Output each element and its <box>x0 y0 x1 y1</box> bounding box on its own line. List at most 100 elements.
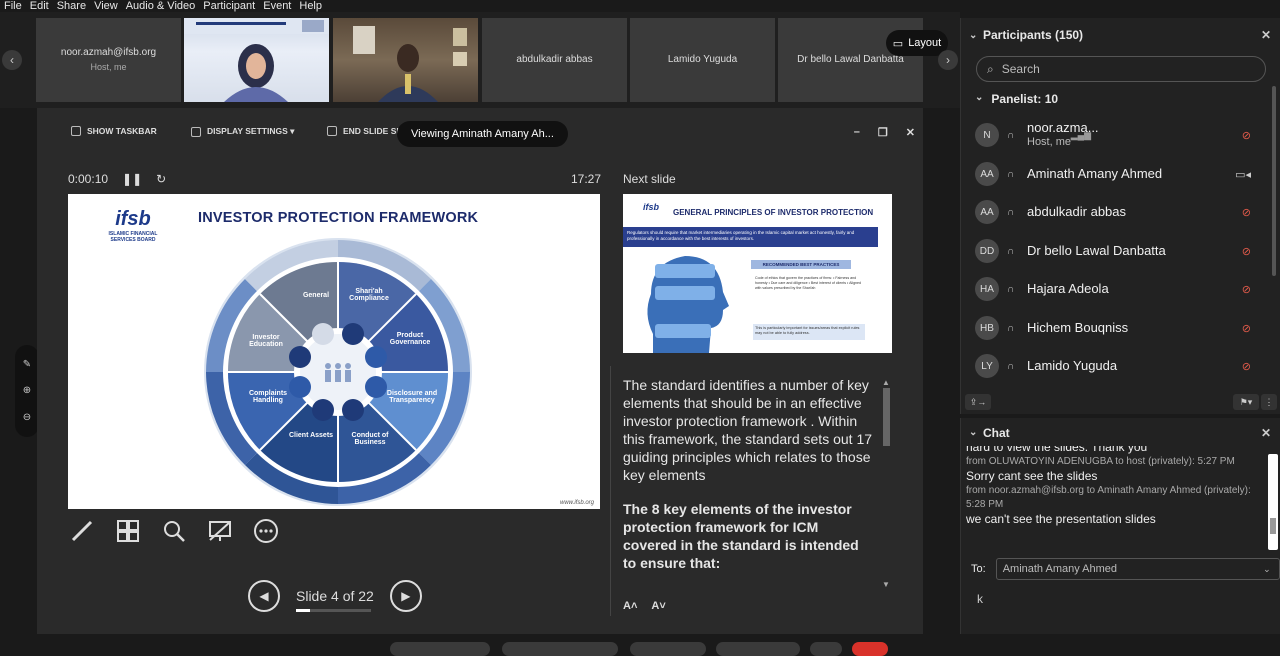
tile-name: abdulkadir abbas <box>516 54 593 65</box>
video-tile-participant[interactable]: abdulkadir abbas <box>482 18 627 102</box>
close-icon[interactable]: ✕ <box>1261 426 1271 440</box>
more-button[interactable] <box>810 642 842 656</box>
chat-message-input[interactable]: k <box>977 592 983 606</box>
video-button[interactable] <box>502 642 618 656</box>
close-icon[interactable]: ✕ <box>906 126 915 139</box>
participant-search-input[interactable]: ⌕ Search <box>976 56 1266 82</box>
scroll-up-icon[interactable]: ▲ <box>882 378 890 387</box>
share-button[interactable] <box>630 642 706 656</box>
menu-file[interactable]: File <box>0 0 26 12</box>
more-options-icon[interactable] <box>253 518 279 544</box>
video-filmstrip: ‹ noor.azmah@ifsb.org Host, me abdulkadi… <box>0 12 960 108</box>
zoom-out-icon[interactable]: ⊖ <box>23 412 31 423</box>
tile-name: Dr bello Lawal Danbatta <box>797 54 904 65</box>
share-participants-icon[interactable]: ⇪→ <box>965 394 991 410</box>
filmstrip-next-button[interactable]: › <box>938 50 958 70</box>
filmstrip-prev-button[interactable]: ‹ <box>2 50 22 70</box>
chat-header[interactable]: ⌄ Chat ✕ <box>961 424 1280 444</box>
notes-paragraph: The standard identifies a number of key … <box>623 377 873 483</box>
menu-participant[interactable]: Participant <box>199 0 259 12</box>
mic-muted-icon[interactable]: ⊘ <box>1242 283 1251 296</box>
participants-footer: ⇪→ ⚑▾ ⋮ <box>961 392 1280 412</box>
menu-audio-video[interactable]: Audio & Video <box>122 0 200 12</box>
chat-scroll-thumb[interactable] <box>1270 518 1276 534</box>
all-slides-icon[interactable] <box>115 518 141 544</box>
mic-muted-icon[interactable]: ⊘ <box>1242 360 1251 373</box>
next-slide-recommended: RECOMMENDED BEST PRACTICES <box>751 260 851 269</box>
end-slide-show-button[interactable]: END SLIDE SH <box>327 126 403 136</box>
more-options-icon[interactable]: ⋮ <box>1261 394 1277 410</box>
participant-row[interactable]: LY ∩ Lamido Yuguda ⊘ <box>975 349 1271 383</box>
video-tile-speaker-1[interactable] <box>184 18 329 102</box>
video-tile-participant[interactable]: Lamido Yuguda <box>630 18 775 102</box>
mic-muted-icon[interactable]: ⊘ <box>1242 129 1251 142</box>
speaker-notes[interactable]: The standard identifies a number of key … <box>623 376 873 606</box>
menu-view[interactable]: View <box>90 0 122 12</box>
avatar: N <box>975 123 999 147</box>
menu-bar: File Edit Share View Audio & Video Parti… <box>0 0 960 12</box>
menu-share[interactable]: Share <box>53 0 90 12</box>
panelist-section-header[interactable]: ⌄ Panelist: 10 <box>975 92 1058 106</box>
annotate-icon[interactable]: ✎ <box>23 359 31 370</box>
raise-hand-icon[interactable]: ⚑▾ <box>1233 394 1259 410</box>
show-taskbar-button[interactable]: SHOW TASKBAR <box>71 126 157 136</box>
restore-icon[interactable]: ❐ <box>878 126 888 139</box>
menu-edit[interactable]: Edit <box>26 0 53 12</box>
chat-scrollbar[interactable] <box>1268 454 1278 550</box>
scroll-thumb[interactable] <box>883 388 890 446</box>
collapse-chevron-icon[interactable]: ⌄ <box>969 30 977 41</box>
meeting-controls-bar <box>0 634 960 656</box>
viewing-indicator: Viewing Aminath Amany Ah... <box>397 121 568 147</box>
minimize-icon[interactable]: – <box>854 126 860 139</box>
layout-button[interactable]: ▭ Layout <box>886 30 948 56</box>
participant-row[interactable]: AA ∩ Aminath Amany Ahmed ▭◂ <box>975 157 1271 191</box>
zoom-icon[interactable] <box>161 518 187 544</box>
notes-scrollbar[interactable]: ▲ ▼ <box>882 378 891 590</box>
pause-icon[interactable]: ❚❚ <box>122 172 142 186</box>
mic-muted-icon[interactable]: ⊘ <box>1242 322 1251 335</box>
mic-muted-icon[interactable]: ⊘ <box>1242 206 1251 219</box>
next-slide-button[interactable]: ▶ <box>389 580 422 612</box>
mute-button[interactable] <box>390 642 490 656</box>
notes-font-controls: A˄ A˅ <box>623 600 666 612</box>
taskbar-icon <box>71 126 81 136</box>
mic-muted-icon[interactable]: ⊘ <box>1242 245 1251 258</box>
segment-disclosure: Disclosure and Transparency <box>386 390 438 404</box>
close-icon[interactable]: ✕ <box>1261 28 1271 42</box>
video-camera-icon[interactable]: ▭◂ <box>1235 168 1251 181</box>
participants-scrollbar[interactable] <box>1272 86 1276 276</box>
increase-font-icon[interactable]: A˄ <box>623 600 637 612</box>
next-slide-note: This is particularly important for issue… <box>753 324 865 340</box>
video-tile-host[interactable]: noor.azmah@ifsb.org Host, me <box>36 18 181 102</box>
scroll-down-icon[interactable]: ▼ <box>882 580 890 589</box>
participant-row[interactable]: HB ∩ Hichem Bouqniss ⊘ <box>975 311 1271 345</box>
segment-investor-education: Investor Education <box>249 334 283 348</box>
display-settings-button[interactable]: DISPLAY SETTINGS ▾ <box>191 126 294 137</box>
next-slide-preview[interactable]: ifsb GENERAL PRINCIPLES OF INVESTOR PROT… <box>623 194 892 353</box>
zoom-in-icon[interactable]: ⊕ <box>23 385 31 396</box>
collapse-chevron-icon[interactable]: ⌄ <box>969 427 977 438</box>
chat-log[interactable]: hard to view the slides. Thank you from … <box>966 446 1268 546</box>
menu-help[interactable]: Help <box>295 0 326 12</box>
leave-button[interactable] <box>852 642 888 656</box>
participant-row[interactable]: DD ∩ Dr bello Lawal Danbatta ⊘ <box>975 234 1271 268</box>
record-button[interactable] <box>716 642 800 656</box>
decrease-font-icon[interactable]: A˅ <box>651 600 665 612</box>
participant-row[interactable]: N ∩ noor.azma... Host, me ▂▄▆ ⊘ <box>975 118 1271 152</box>
framework-wheel <box>204 238 472 506</box>
segment-complaints: Complaints Handling <box>248 390 288 404</box>
participants-header[interactable]: ⌄ Participants (150) ✕ <box>961 18 1280 52</box>
video-tile-speaker-2[interactable] <box>333 18 478 102</box>
chat-recipient-select[interactable]: Aminath Amany Ahmed ⌄ <box>995 558 1280 580</box>
menu-event[interactable]: Event <box>259 0 295 12</box>
participant-row[interactable]: AA ∩ abdulkadir abbas ⊘ <box>975 195 1271 229</box>
reset-icon[interactable]: ↻ <box>156 172 166 186</box>
pen-icon[interactable] <box>69 518 95 544</box>
black-screen-icon[interactable] <box>207 518 233 544</box>
chat-recipient-row: To: Aminath Amany Ahmed ⌄ <box>971 558 1280 580</box>
previous-slide-button[interactable]: ◀ <box>248 580 280 612</box>
chevron-down-icon: ⌄ <box>975 92 984 103</box>
participant-row[interactable]: HA ∩ Hajara Adeola ⊘ <box>975 272 1271 306</box>
to-label: To: <box>971 563 986 575</box>
participant-name: Dr bello Lawal Danbatta <box>1027 243 1166 258</box>
